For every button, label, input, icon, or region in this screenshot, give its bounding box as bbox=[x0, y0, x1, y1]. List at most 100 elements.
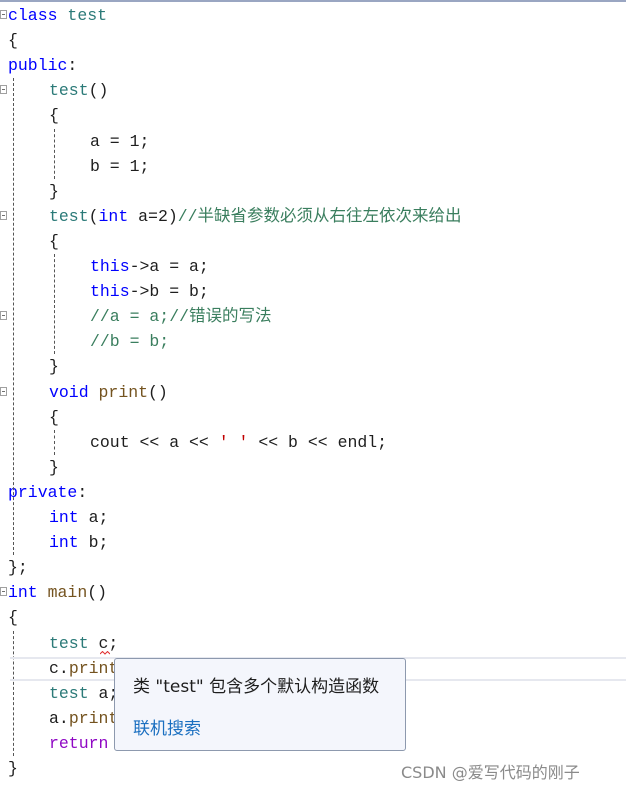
code-text: { bbox=[8, 28, 18, 53]
code-line[interactable]: int main() bbox=[0, 580, 626, 605]
code-text: } bbox=[49, 455, 59, 480]
code-token: int bbox=[49, 508, 79, 527]
code-text: { bbox=[49, 405, 59, 430]
code-line[interactable]: int b; bbox=[0, 530, 626, 555]
code-text: test() bbox=[49, 78, 108, 103]
code-token: { bbox=[49, 407, 59, 427]
code-line[interactable]: } bbox=[0, 354, 626, 379]
fold-toggle-icon[interactable] bbox=[0, 311, 7, 321]
code-text: this->a = a; bbox=[90, 254, 209, 279]
code-token: ( bbox=[88, 206, 99, 226]
code-line[interactable]: class test bbox=[0, 3, 626, 28]
code-text: { bbox=[49, 103, 59, 128]
code-line[interactable]: } bbox=[0, 455, 626, 480]
code-text: private: bbox=[8, 480, 87, 505]
code-text: { bbox=[49, 229, 59, 254]
code-line[interactable]: this->b = b; bbox=[0, 279, 626, 304]
code-token: test bbox=[67, 6, 108, 25]
code-token: print bbox=[68, 708, 119, 728]
code-line[interactable]: test(int a=2)//半缺省参数必须从右往左依次来给出 bbox=[0, 204, 626, 229]
code-token: : bbox=[77, 482, 88, 502]
code-token: } bbox=[49, 181, 59, 201]
code-token: : bbox=[67, 56, 78, 76]
code-line[interactable]: test c; bbox=[0, 631, 626, 656]
code-token: a; bbox=[78, 508, 109, 527]
code-text: int b; bbox=[49, 530, 108, 555]
code-token: b; bbox=[78, 533, 109, 553]
code-token: a = 1; bbox=[90, 131, 150, 151]
fold-toggle-icon[interactable] bbox=[0, 587, 7, 597]
indent-guide bbox=[54, 429, 55, 455]
code-text: } bbox=[49, 179, 59, 204]
code-token: ' ' bbox=[218, 432, 249, 452]
indent-guide bbox=[13, 630, 14, 756]
online-search-link[interactable]: 联机搜索 bbox=[133, 714, 201, 739]
code-token: this bbox=[90, 282, 130, 302]
code-text: cout << a << ' ' << b << endl; bbox=[90, 430, 387, 455]
fold-toggle-icon[interactable] bbox=[0, 386, 7, 396]
code-line[interactable]: { bbox=[0, 28, 626, 53]
code-line[interactable]: this->a = a; bbox=[0, 254, 626, 279]
code-line[interactable]: { bbox=[0, 103, 626, 128]
code-text: public: bbox=[8, 53, 77, 78]
code-token: int bbox=[49, 533, 79, 553]
code-text: test a; bbox=[49, 681, 118, 706]
code-line[interactable]: b = 1; bbox=[0, 154, 626, 179]
code-token: public bbox=[8, 56, 68, 76]
indent-guide bbox=[54, 254, 55, 355]
code-token: void bbox=[49, 382, 89, 402]
indent-guide bbox=[13, 78, 14, 556]
code-token: { bbox=[8, 608, 18, 628]
code-token: ->b = b; bbox=[129, 282, 209, 302]
code-token: a=2) bbox=[128, 206, 178, 226]
code-text: { bbox=[8, 605, 18, 630]
fold-toggle-icon[interactable] bbox=[0, 85, 7, 95]
code-token: ->a = a; bbox=[129, 257, 209, 276]
fold-toggle-icon[interactable] bbox=[0, 210, 7, 220]
code-token: () bbox=[88, 81, 109, 101]
code-token: //a = a;//错误的写法 bbox=[90, 307, 272, 327]
code-token: this bbox=[90, 257, 130, 276]
code-line[interactable]: private: bbox=[0, 480, 626, 505]
window-top-border bbox=[0, 0, 626, 2]
tooltip-message: 类 "test" 包含多个默认构造函数 bbox=[133, 677, 380, 697]
code-token: { bbox=[49, 231, 59, 251]
code-token: } bbox=[8, 759, 18, 778]
code-line[interactable]: public: bbox=[0, 53, 626, 78]
code-line[interactable]: { bbox=[0, 405, 626, 430]
code-token: int bbox=[98, 206, 129, 226]
code-line[interactable]: { bbox=[0, 605, 626, 630]
code-line[interactable]: a = 1; bbox=[0, 129, 626, 154]
code-token: { bbox=[8, 31, 18, 51]
code-token: test bbox=[49, 683, 89, 703]
code-token: a. bbox=[49, 708, 69, 728]
code-line[interactable]: } bbox=[0, 179, 626, 204]
code-token: main bbox=[47, 583, 88, 603]
code-token: cout << a << bbox=[90, 432, 219, 452]
error-tooltip: 类 "test" 包含多个默认构造函数 联机搜索 bbox=[114, 658, 406, 751]
code-line[interactable]: test() bbox=[0, 78, 626, 103]
code-token: b = 1; bbox=[90, 156, 150, 176]
code-text: //b = b; bbox=[90, 329, 169, 354]
code-line[interactable]: //b = b; bbox=[0, 329, 626, 354]
code-token: }; bbox=[8, 558, 28, 578]
code-line[interactable]: //a = a;//错误的写法 bbox=[0, 304, 626, 329]
fold-toggle-icon[interactable] bbox=[0, 10, 7, 19]
code-text: void print() bbox=[49, 380, 168, 405]
code-line[interactable]: }; bbox=[0, 555, 626, 580]
code-line[interactable]: cout << a << ' ' << b << endl; bbox=[0, 430, 626, 455]
code-line[interactable]: { bbox=[0, 229, 626, 254]
code-token: //b = b; bbox=[90, 332, 170, 352]
code-text: b = 1; bbox=[90, 154, 149, 179]
code-text: int main() bbox=[8, 580, 107, 605]
code-line[interactable]: void print() bbox=[0, 380, 626, 405]
code-token: () bbox=[87, 583, 108, 603]
code-token: << b << endl; bbox=[248, 432, 388, 452]
code-line[interactable]: int a; bbox=[0, 505, 626, 530]
code-token: c; bbox=[88, 633, 119, 653]
code-text: }; bbox=[8, 555, 28, 580]
code-token: private bbox=[8, 482, 78, 502]
